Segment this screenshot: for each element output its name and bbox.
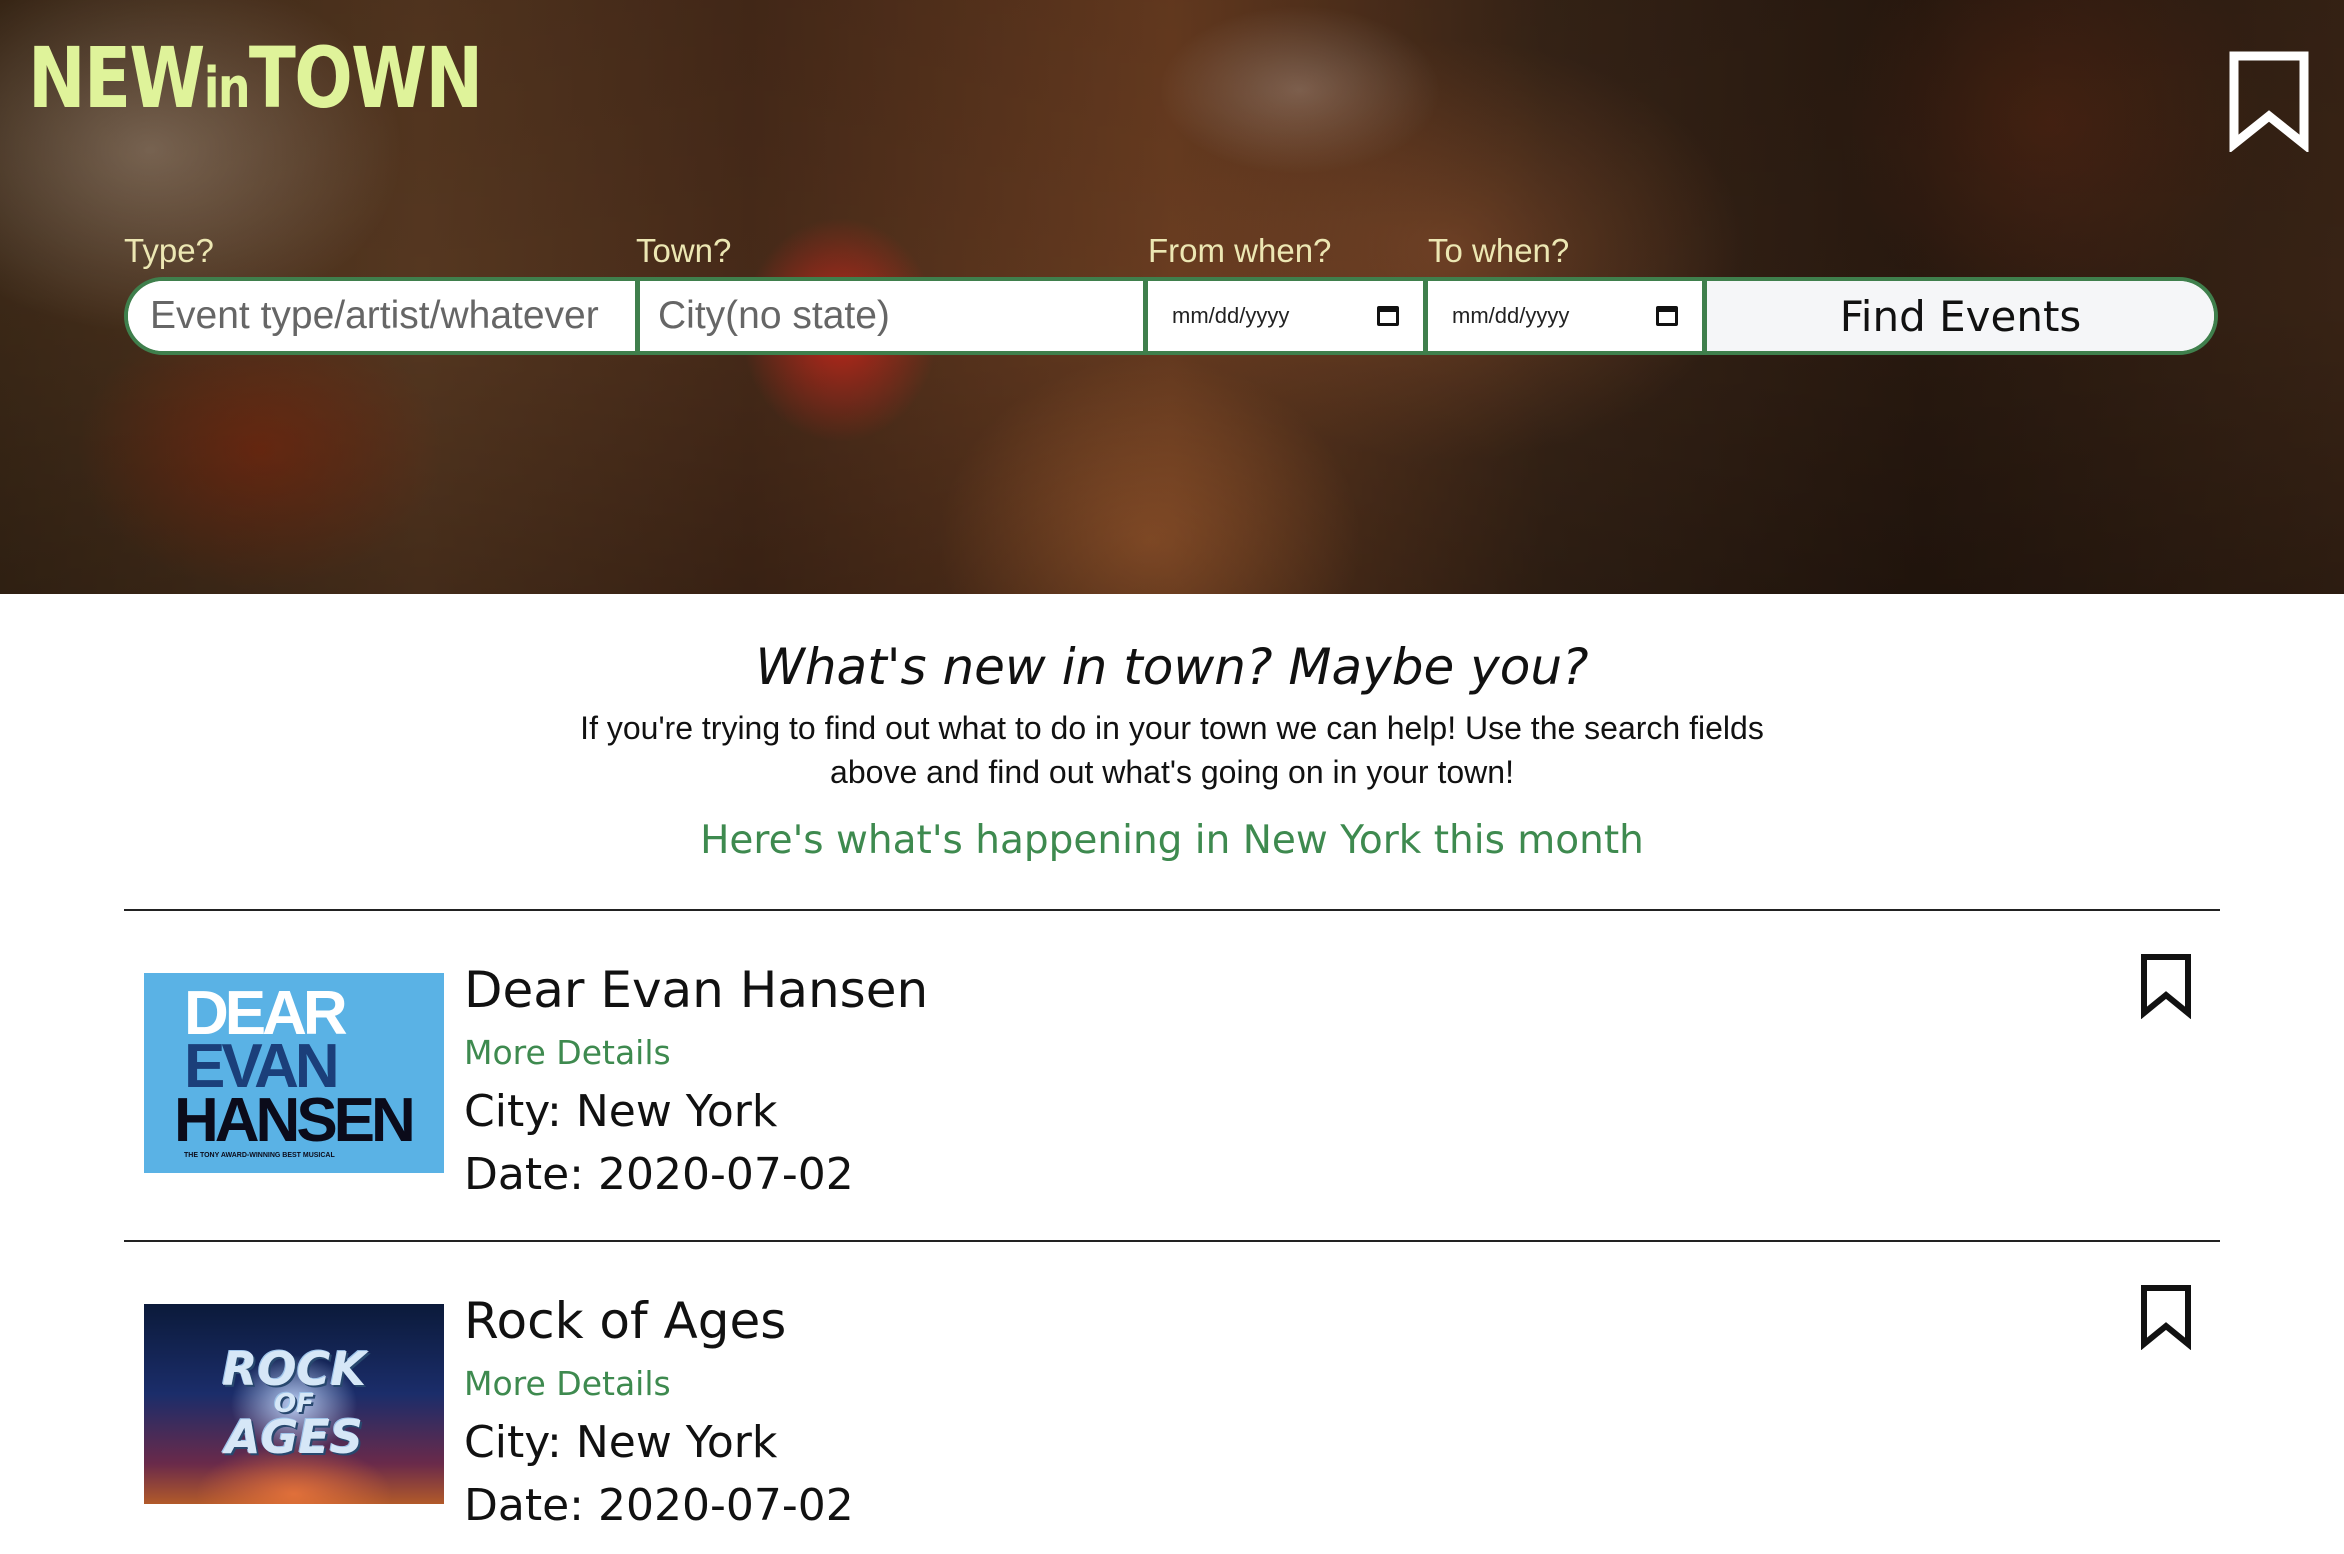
bookmark-icon[interactable] <box>2140 1284 2192 1350</box>
intro-description: If you're trying to find out what to do … <box>580 710 1764 790</box>
from-label: From when? <box>1148 232 1332 269</box>
event-thumbnail[interactable]: DEAR EVAN HANSEN THE TONY AWARD-WINNING … <box>144 973 444 1173</box>
town-input[interactable] <box>640 281 1143 351</box>
event-city: City: New York <box>464 1086 778 1137</box>
to-date-value: mm/dd/yyyy <box>1452 303 1570 328</box>
event-title: Dear Evan Hansen <box>464 961 929 1019</box>
to-date-input[interactable]: mm/dd/yyyy <box>1428 281 1702 351</box>
event-date: Date: 2020-07-02 <box>464 1149 854 1200</box>
calendar-icon[interactable] <box>1377 306 1399 326</box>
intro-heading: What's new in town? Maybe you? <box>755 638 1589 696</box>
hero-banner: NEWinTOWN Type? Town? From when? To when… <box>0 0 2344 594</box>
poster-line: HANSEN <box>174 1085 416 1155</box>
logo-part-new: NEW <box>28 29 205 127</box>
poster-line: AGES <box>225 1410 363 1465</box>
type-label: Type? <box>124 232 214 269</box>
find-events-button[interactable]: Find Events <box>1707 281 2214 351</box>
event-date: Date: 2020-07-02 <box>464 1480 854 1531</box>
calendar-icon[interactable] <box>1656 306 1678 326</box>
bookmark-icon[interactable] <box>2228 50 2310 152</box>
event-thumbnail[interactable]: ROCK OF AGES <box>144 1304 444 1504</box>
logo-part-town: TOWN <box>248 29 483 127</box>
more-details-link[interactable]: More Details <box>464 1033 671 1072</box>
type-input[interactable] <box>128 281 635 351</box>
to-label: To when? <box>1428 232 1570 269</box>
event-title: Rock of Ages <box>464 1292 787 1350</box>
bookmark-icon[interactable] <box>2140 953 2192 1019</box>
event-item: ROCK OF AGES Rock of Ages More Details C… <box>124 1242 2220 1531</box>
happening-subheading: Here's what's happening in New York this… <box>700 818 1644 863</box>
town-label: Town? <box>636 232 732 269</box>
logo-part-in: in <box>203 56 251 121</box>
dear-evan-hansen-poster: DEAR EVAN HANSEN THE TONY AWARD-WINNING … <box>144 973 444 1173</box>
search-bar: mm/dd/yyyy mm/dd/yyyy Find Events <box>124 277 2218 355</box>
from-date-value: mm/dd/yyyy <box>1172 303 1290 328</box>
event-item: DEAR EVAN HANSEN THE TONY AWARD-WINNING … <box>124 911 2220 1200</box>
site-logo[interactable]: NEWinTOWN <box>28 36 483 121</box>
poster-line: ROCK <box>222 1341 366 1396</box>
more-details-link[interactable]: More Details <box>464 1364 671 1403</box>
from-date-input[interactable]: mm/dd/yyyy <box>1148 281 1423 351</box>
rock-of-ages-poster: ROCK OF AGES <box>144 1304 444 1504</box>
event-city: City: New York <box>464 1417 778 1468</box>
